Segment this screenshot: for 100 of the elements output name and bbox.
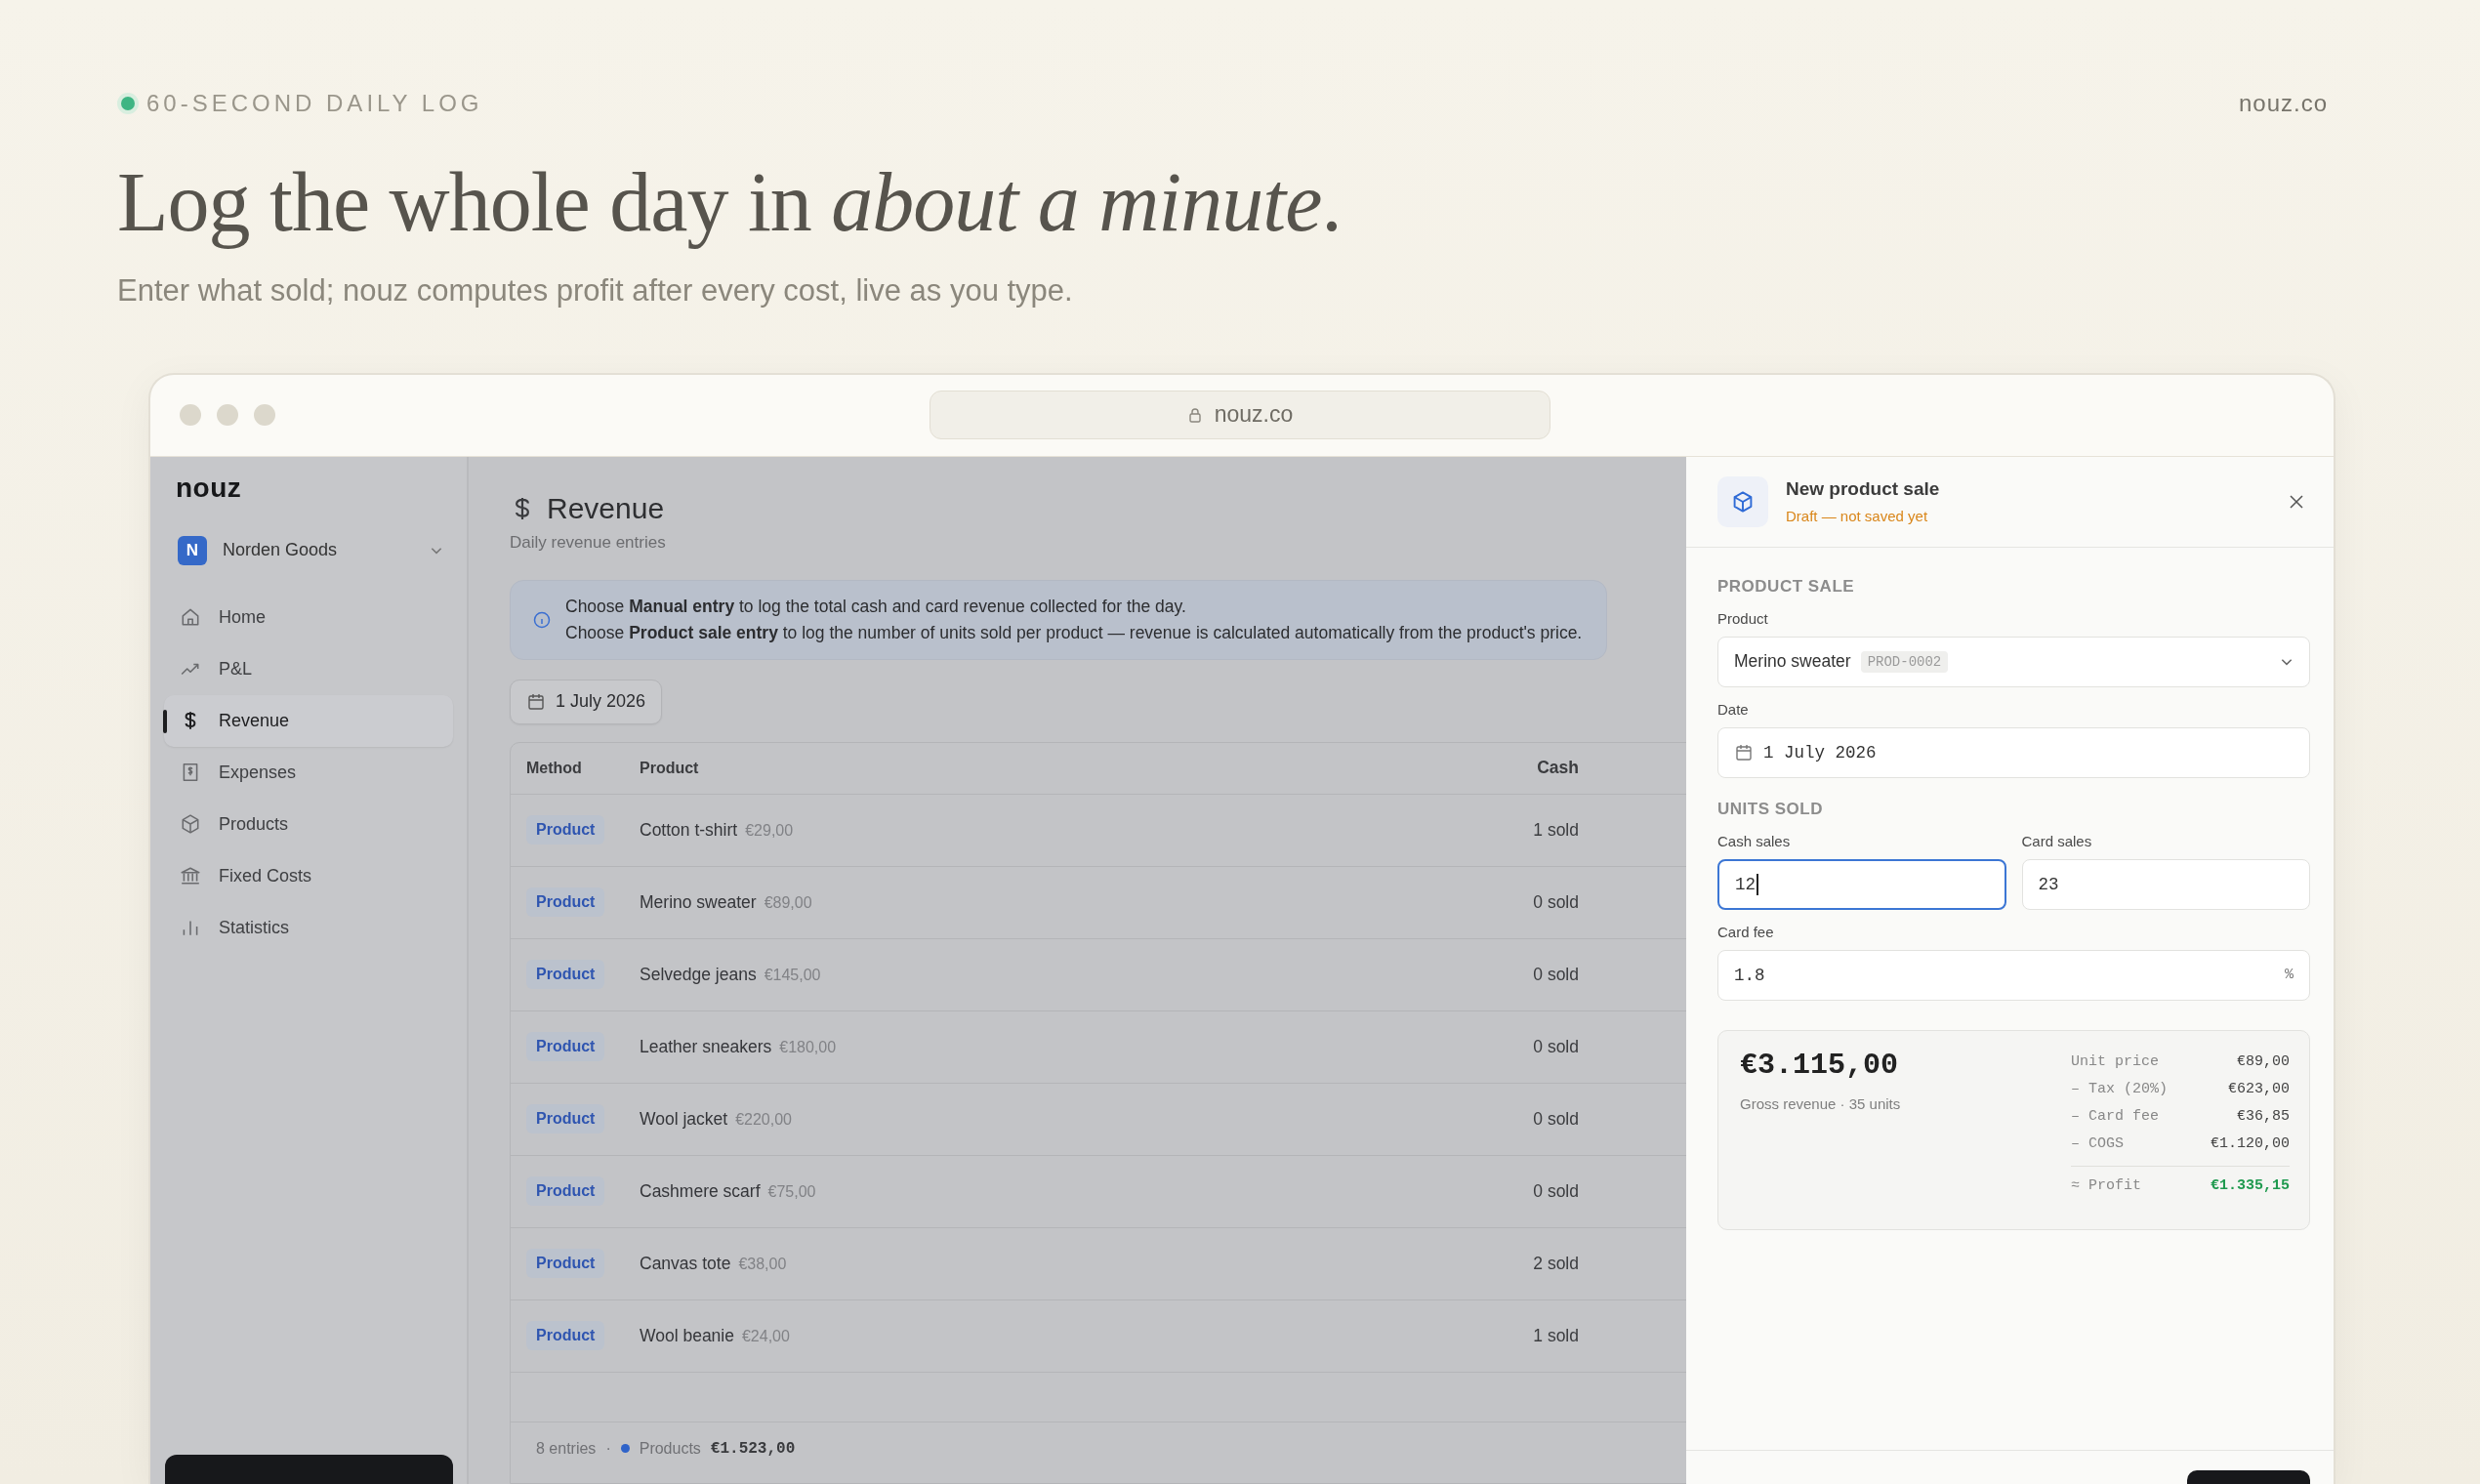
gross-revenue-amount: €3.115,00 [1740, 1048, 1900, 1082]
product-name: Merino sweater [640, 891, 757, 913]
entry-count: 8 entries [536, 1439, 597, 1458]
draft-status: Draft — not saved yet [1786, 508, 1929, 524]
method-tag: Product [526, 1321, 605, 1350]
subtitle: Enter what sold; nouz computes profit after every cost, live as you type. [117, 272, 1074, 309]
window-control[interactable] [254, 404, 275, 426]
breakdown-value: €36,85 [2237, 1108, 2290, 1125]
calendar-icon [526, 691, 546, 712]
nav-item[interactable]: P&L [164, 642, 453, 695]
cash-sold-count: 2 sold [1533, 1253, 1579, 1273]
breakdown-value: €1.335,15 [2211, 1177, 2290, 1194]
product-price: €220,00 [735, 1110, 792, 1129]
product-price: €29,00 [745, 821, 794, 840]
separator: · [605, 1439, 611, 1458]
cube-icon [1717, 475, 1768, 527]
info-text: Choose Manual entry to log the total cash and card revenue collected for the day. [565, 596, 1187, 617]
headline: Log the whole day in about a minute. [117, 154, 1343, 251]
bank-icon [180, 865, 201, 886]
breakdown-value: €89,00 [2237, 1053, 2290, 1070]
product-select[interactable]: Merino sweater PROD-0002 [1717, 636, 2310, 687]
method-tag: Product [526, 1104, 605, 1134]
info-icon [532, 609, 552, 630]
product-price: €180,00 [779, 1038, 837, 1056]
page-title: Revenue [547, 491, 665, 525]
method-tag: Product [526, 1249, 605, 1278]
legend-label: Products [639, 1439, 701, 1458]
nav-item[interactable]: Revenue [164, 694, 453, 747]
site-link[interactable]: nouz.co [2238, 90, 2328, 117]
lock-icon [1186, 406, 1203, 423]
status-dot [121, 97, 135, 110]
product-name: Wool beanie [640, 1325, 734, 1346]
field-label: Date [1717, 700, 1750, 718]
product-name: Cashmere scarf [640, 1180, 761, 1202]
gross-revenue-caption: Gross revenue · 35 units [1740, 1094, 1901, 1112]
cash-sold-count: 0 sold [1533, 964, 1579, 984]
date-field[interactable]: 1 July 2026 [1717, 726, 2310, 778]
product-name: Leather sneakers [640, 1036, 772, 1057]
cash-sold-count: 0 sold [1533, 1180, 1579, 1201]
date-picker-button[interactable]: 1 July 2026 [510, 679, 663, 724]
window-control[interactable] [180, 404, 201, 426]
calendar-icon [1734, 742, 1754, 763]
method-tag: Product [526, 887, 605, 917]
breakdown-label: – Card fee [2071, 1108, 2159, 1125]
nav-item[interactable]: Products [164, 798, 453, 850]
page-subtitle: Daily revenue entries [510, 532, 667, 553]
product-name: Wool jacket [640, 1108, 728, 1130]
workspace-selector[interactable]: N Norden Goods [178, 528, 443, 572]
column-header: Cash [1536, 758, 1579, 778]
breakdown-label: – Tax (20%) [2071, 1081, 2169, 1097]
column-header: Product [640, 759, 700, 777]
method-tag: Product [526, 1176, 605, 1206]
section-heading: PRODUCT SALE [1717, 576, 1856, 597]
product-code: PROD-0002 [1860, 650, 1949, 673]
panel-title: New product sale [1786, 478, 1940, 500]
product-price: €24,00 [741, 1327, 790, 1345]
cash-sold-count: 0 sold [1533, 1036, 1579, 1056]
logo: nouz [176, 472, 243, 504]
product-name: Selvedge jeans [640, 964, 757, 985]
breakdown-value: €1.120,00 [2211, 1135, 2290, 1152]
section-heading: UNITS SOLD [1717, 799, 1824, 819]
nav-item[interactable]: Home [164, 591, 453, 643]
action-button[interactable] [2187, 1470, 2310, 1484]
nav-item[interactable]: Statistics [164, 901, 453, 954]
breakdown-value: €623,00 [2228, 1081, 2290, 1097]
number-field[interactable]: 23 [2021, 858, 2310, 910]
legend-dot [620, 1444, 630, 1453]
breakdown-label: – COGS [2071, 1135, 2124, 1152]
address-bar[interactable]: nouz.co [930, 390, 1550, 439]
product-name: Cotton t-shirt [640, 819, 738, 841]
field-label: Card fee [1717, 923, 1775, 940]
unit-suffix: % [2285, 967, 2294, 983]
product-name: Canvas tote [640, 1253, 731, 1274]
field-label: Cash sales [1717, 832, 1792, 849]
method-tag: Product [526, 1032, 605, 1061]
house-icon [180, 606, 201, 628]
window-control[interactable] [217, 404, 238, 426]
info-text: Choose Product sale entry to log the number of units sold per product — revenue is calculated automatically from the product's price. [565, 622, 1583, 643]
product-price: €89,00 [764, 893, 812, 912]
nav-item[interactable]: Fixed Costs [164, 849, 453, 902]
field-label: Card sales [2021, 832, 2093, 849]
number-field[interactable]: 1.8 % [1717, 949, 2310, 1001]
workspace-avatar: N [178, 535, 207, 565]
product-price: €38,00 [738, 1255, 787, 1273]
close-icon[interactable] [2289, 493, 2304, 510]
nav-item[interactable]: Expenses [164, 746, 453, 799]
cash-sold-count: 1 sold [1533, 819, 1579, 840]
breakdown-label: ≈ Profit [2071, 1177, 2141, 1194]
cash-sold-count: 1 sold [1533, 1325, 1579, 1345]
field-label: Product [1717, 609, 1769, 627]
breakdown-label: Unit price [2071, 1053, 2159, 1070]
method-tag: Product [526, 960, 605, 989]
total-amount: €1.523,00 [710, 1439, 796, 1458]
cash-sold-count: 0 sold [1533, 891, 1579, 912]
eyebrow-label: 60-SECOND DAILY LOG [146, 90, 483, 117]
cube-icon [180, 813, 201, 835]
number-field[interactable]: 12 [1717, 858, 2006, 910]
product-price: €75,00 [767, 1182, 816, 1201]
method-tag: Product [526, 815, 605, 845]
column-header: Method [525, 759, 583, 777]
